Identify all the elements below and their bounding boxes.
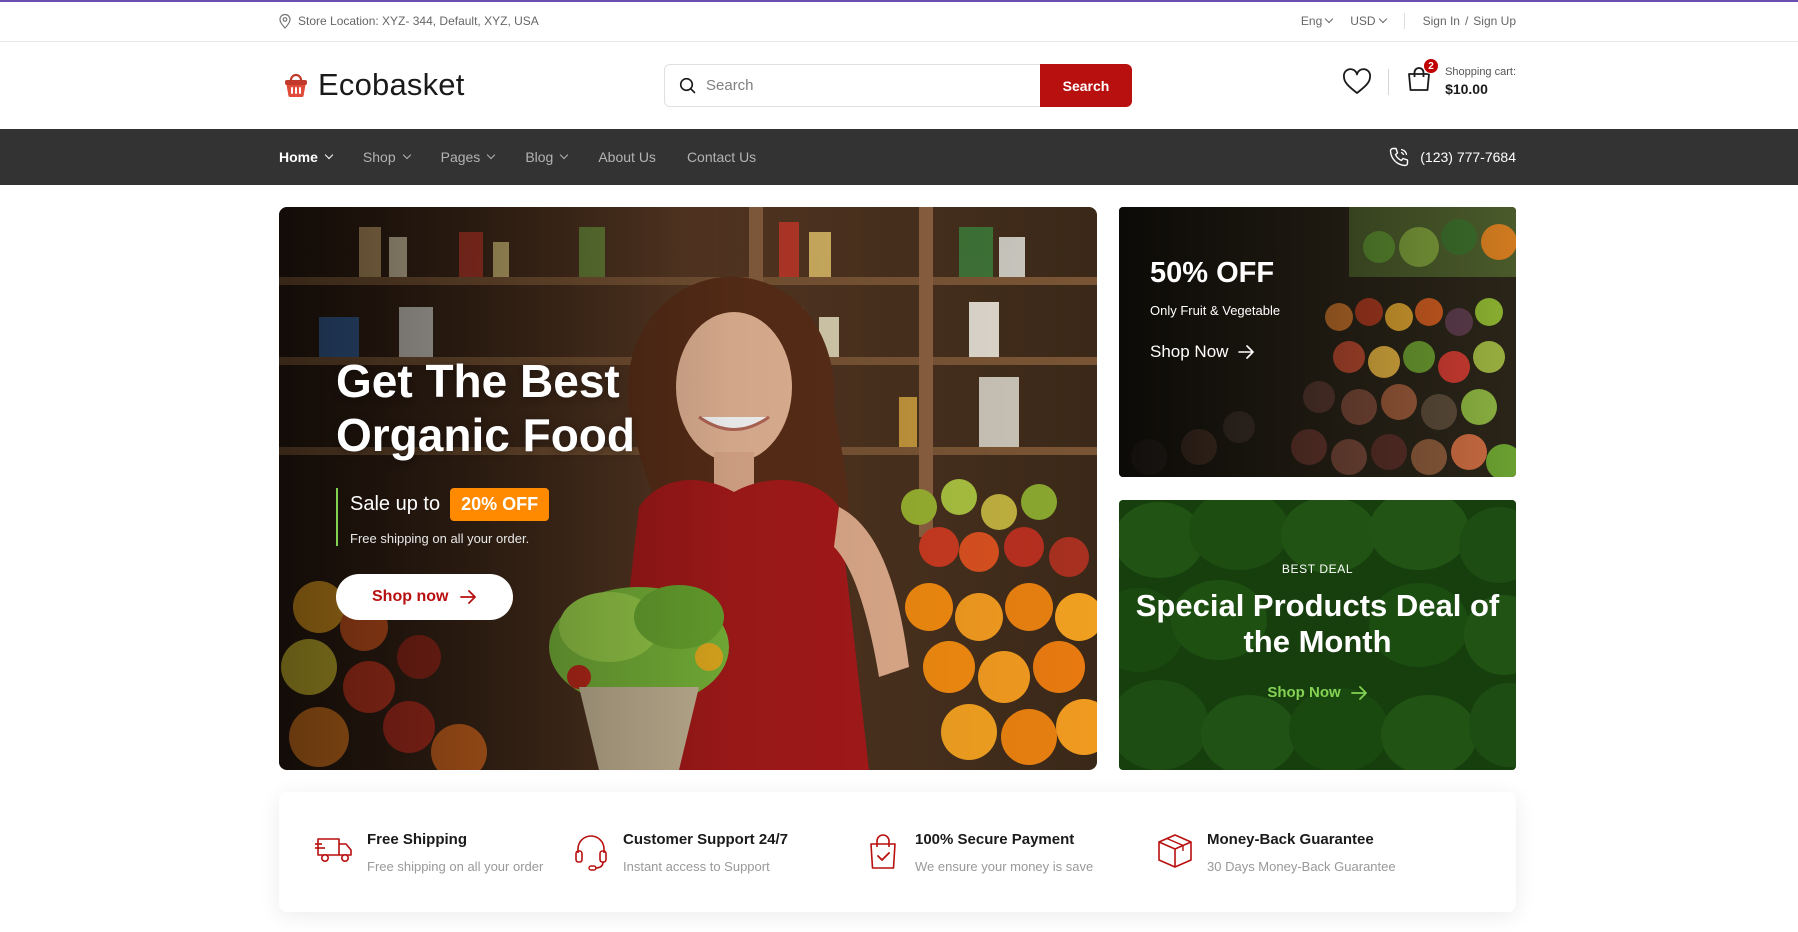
feature-item: Customer Support 24/7 Instant access to … [571,792,863,912]
feature-item: Money-Back Guarantee 30 Days Money-Back … [1155,792,1447,912]
feature-title: Money-Back Guarantee [1207,831,1374,848]
phone-icon [1390,147,1409,167]
shopping-bag-check-icon [870,834,896,869]
feature-text: 100% Secure Payment We ensure your money… [915,831,1093,874]
feature-text: Customer Support 24/7 Instant access to … [623,831,788,874]
arrow-right-icon [1350,685,1367,700]
headset-icon [575,835,607,871]
promo-subtitle: Only Fruit & Vegetable [1150,303,1281,318]
location-pin-icon [279,13,291,29]
hero-button-label: Shop now [372,588,449,605]
logo[interactable]: Ecobasket [282,67,465,103]
nav-label: Shop [362,149,396,165]
language-select[interactable]: Eng [1300,14,1334,28]
promo-link-label: Shop Now [1150,342,1229,361]
nav-item-pages[interactable]: Pages [440,149,496,165]
arrow-right-icon [1238,345,1255,359]
promo-title: 50% OFF [1150,257,1275,289]
hero-sale-block: Sale up to 20% OFF Free shipping on all … [336,488,756,546]
feature-text: Free Shipping Free shipping on all your … [367,831,543,874]
hero-banner: Get The Best Organic Food Sale up to 20%… [279,207,1097,770]
header-actions: 2 Shopping cart: $10.00 [1342,58,1516,98]
hero-title: Get The Best Organic Food [336,355,635,461]
promo-banner-best-deal[interactable]: BEST DEAL Special Products Deal of the M… [1119,500,1516,770]
promo-banner-fruit-vegetable[interactable]: 50% OFF Only Fruit & Vegetable Shop Now [1119,207,1516,477]
features-bar: Free Shipping Free shipping on all your … [279,792,1516,912]
feature-description: We ensure your money is save [915,859,1094,874]
deal-banner-content: BEST DEAL Special Products Deal of the M… [1119,562,1516,702]
chevron-down-icon [1378,14,1387,24]
nav-item-shop[interactable]: Shop [362,149,411,165]
cart-summary[interactable]: Shopping cart: $10.00 [1445,66,1516,97]
feature-title: Customer Support 24/7 [623,831,789,848]
cart-amount: $10.00 [1445,81,1488,97]
feature-title: 100% Secure Payment [915,831,1075,848]
header-divider [1388,68,1390,95]
feature-text: Money-Back Guarantee 30 Days Money-Back … [1207,831,1396,874]
search-button[interactable]: Search [1040,64,1132,107]
package-box-icon [1158,834,1192,868]
search-field [664,64,1040,107]
sale-row: Sale up to 20% OFF [350,488,756,521]
hero-content: Get The Best Organic Food Sale up to 20%… [336,354,756,620]
truck-icon [315,838,352,862]
basket-logo-icon [285,73,307,97]
nav-label: Blog [525,149,554,165]
sale-subtitle: Free shipping on all your order. [350,531,530,546]
chevron-down-icon [560,150,569,160]
feature-item: 100% Secure Payment We ensure your money… [863,792,1155,912]
currency-select[interactable]: USD [1350,14,1387,28]
nav-menu: Home Shop Pages Blog About Us Contact Us [279,129,787,185]
nav-label: About Us [598,149,656,165]
nav-phone[interactable]: (123) 777-7684 [1388,129,1516,185]
nav-label: Pages [440,149,481,165]
topbar-right: Eng USD Sign In / Sign Up [1283,13,1516,29]
nav-label: Contact Us [686,149,757,165]
chevron-down-icon [487,150,496,160]
search-input[interactable] [706,77,1006,94]
chevron-down-icon [402,150,411,160]
feature-title: Free Shipping [367,831,468,848]
feature-description: Instant access to Support [623,859,770,874]
currency-value: USD [1350,14,1376,28]
chevron-down-icon [324,150,334,160]
deal-title: Special Products Deal of the Month [1135,588,1500,659]
sale-prefix: Sale up to [350,493,441,515]
search-icon [679,77,696,94]
nav-item-blog[interactable]: Blog [525,149,569,165]
feature-description: 30 Days Money-Back Guarantee [1207,859,1396,874]
top-bar: Store Location: XYZ- 344, Default, XYZ, … [0,2,1798,42]
search-bar: Search [664,64,1132,107]
main-nav: Home Shop Pages Blog About Us Contact Us… [0,129,1798,185]
topbar-divider [1403,13,1405,29]
feature-item: Free Shipping Free shipping on all your … [279,792,571,912]
arrow-right-icon [460,590,477,604]
cart-button[interactable]: 2 [1405,58,1440,98]
language-value: Eng [1300,14,1323,28]
chevron-down-icon [1325,14,1334,24]
cart-count-badge: 2 [1423,58,1440,74]
deal-shop-now-link[interactable]: Shop Now [1267,684,1367,701]
promo-shop-now-link[interactable]: Shop Now [1150,342,1280,362]
auth-separator: / [1464,14,1469,28]
nav-label: Home [279,149,318,165]
site-header: Ecobasket Search 2 Shopping cart: $10.00 [0,43,1798,129]
logo-text: Ecobasket [318,67,465,102]
store-location: Store Location: XYZ- 344, Default, XYZ, … [278,13,539,29]
nav-item-home[interactable]: Home [279,149,334,165]
sign-in-link[interactable]: Sign In [1423,14,1460,28]
sale-badge: 20% OFF [450,488,550,521]
deal-link-label: Shop Now [1267,684,1341,701]
promo-banner-content: 50% OFF Only Fruit & Vegetable Shop Now [1150,257,1280,362]
heart-icon[interactable] [1342,67,1372,96]
store-location-text: Store Location: XYZ- 344, Default, XYZ, … [298,14,539,28]
nav-item-contact[interactable]: Contact Us [687,149,756,165]
nav-item-about[interactable]: About Us [598,149,656,165]
hero-shop-now-button[interactable]: Shop now [336,574,514,620]
feature-description: Free shipping on all your order [367,859,544,874]
deal-kicker: BEST DEAL [1281,562,1354,576]
cart-label: Shopping cart: [1445,66,1516,78]
phone-number: (123) 777-7684 [1420,149,1516,165]
sign-up-link[interactable]: Sign Up [1473,14,1516,28]
